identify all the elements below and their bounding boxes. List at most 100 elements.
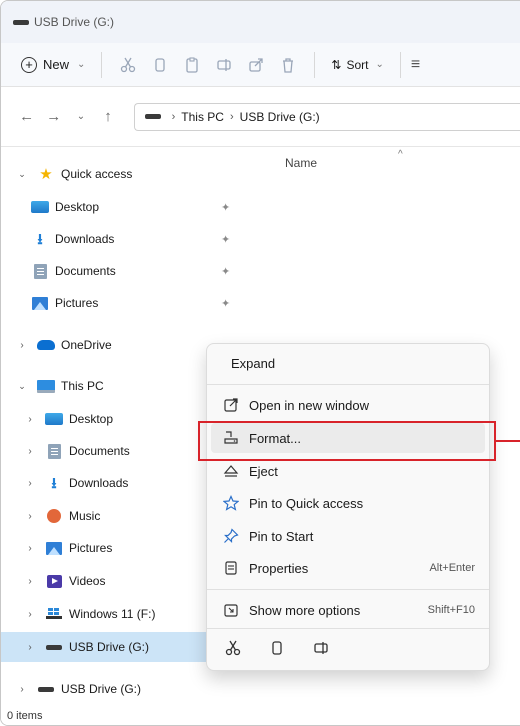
- recent-locations-button[interactable]: ⌄: [69, 105, 92, 129]
- menu-item-pin-quick-access[interactable]: Pin to Quick access: [211, 488, 485, 518]
- pin-icon: ✦: [221, 233, 231, 246]
- menu-separator: [207, 384, 489, 385]
- nav-item-label: Desktop: [55, 200, 100, 214]
- chevron-down-icon: ⌄: [77, 59, 86, 70]
- address-bar[interactable]: › This PC › USB Drive (G:): [133, 102, 520, 131]
- status-bar: 0 items: [1, 705, 520, 725]
- menu-item-pin-start[interactable]: Pin to Start: [211, 521, 485, 551]
- command-bar: + New ⌄ ⇅ Sort ⌄ ≡: [1, 43, 520, 87]
- chevron-right-icon[interactable]: ›: [23, 543, 37, 554]
- rename-button[interactable]: [309, 636, 333, 660]
- desktop-icon: [45, 413, 63, 425]
- windows-drive-icon: [46, 608, 62, 620]
- cut-button[interactable]: [221, 636, 245, 660]
- toolbar-divider: [314, 51, 316, 78]
- nav-item-quick-access[interactable]: ⌄ ★ Quick access: [1, 159, 251, 189]
- menu-separator: [207, 628, 489, 629]
- nav-item-qa-documents[interactable]: Documents ✦: [1, 256, 251, 286]
- chevron-right-icon[interactable]: ›: [23, 478, 37, 489]
- nav-item-label: Downloads: [55, 232, 115, 246]
- callout-line: [496, 440, 520, 442]
- menu-item-label: Expand: [231, 355, 276, 371]
- copy-button[interactable]: [265, 636, 289, 660]
- video-icon: [46, 574, 62, 588]
- pictures-icon: [32, 296, 48, 310]
- context-menu: Expand Open in new window Format... Ejec…: [206, 343, 490, 671]
- menu-item-expand[interactable]: Expand: [211, 348, 485, 378]
- properties-icon: [225, 561, 237, 575]
- toolbar-divider: [101, 51, 103, 78]
- menu-item-show-more-options[interactable]: Show more options Shift+F10: [211, 595, 485, 625]
- rename-button[interactable]: [208, 50, 240, 80]
- chevron-down-icon[interactable]: ⌄: [15, 381, 29, 392]
- cut-button[interactable]: [112, 50, 144, 80]
- paste-button[interactable]: [176, 50, 208, 80]
- back-button[interactable]: ←: [15, 105, 38, 129]
- pictures-icon: [46, 541, 62, 555]
- chevron-right-icon[interactable]: ›: [23, 642, 37, 653]
- sort-button[interactable]: ⇅ Sort ⌄: [325, 54, 389, 76]
- nav-item-qa-downloads[interactable]: ⭳ Downloads ✦: [1, 224, 251, 254]
- nav-item-label: Pictures: [69, 541, 113, 555]
- desktop-icon: [31, 201, 49, 213]
- menu-item-open-new-window[interactable]: Open in new window: [211, 390, 485, 420]
- chevron-right-icon[interactable]: ›: [23, 609, 37, 620]
- nav-item-usb-drive-root[interactable]: › USB Drive (G:): [1, 674, 251, 704]
- download-icon: ⭳: [37, 230, 43, 248]
- nav-item-label: Documents: [69, 444, 130, 458]
- copy-icon: [272, 641, 282, 655]
- nav-item-qa-desktop[interactable]: Desktop ✦: [1, 192, 251, 222]
- rename-icon: [217, 58, 232, 71]
- menu-item-shortcut: Shift+F10: [427, 604, 475, 616]
- breadcrumb-this-pc[interactable]: This PC: [181, 110, 224, 124]
- new-button-label: New: [43, 57, 70, 72]
- paste-icon: [186, 56, 199, 73]
- cloud-icon: [37, 340, 55, 350]
- nav-item-label: Pictures: [55, 296, 99, 310]
- menu-separator: [207, 589, 489, 590]
- nav-item-label: This PC: [61, 379, 104, 393]
- document-icon: [33, 263, 47, 279]
- breadcrumb-usb-drive[interactable]: USB Drive (G:): [240, 110, 320, 124]
- chevron-right-icon[interactable]: ›: [23, 414, 37, 425]
- arrow-right-icon: →: [46, 108, 62, 125]
- add-icon: +: [21, 56, 37, 73]
- chevron-right-icon[interactable]: ›: [23, 511, 37, 522]
- chevron-right-icon[interactable]: ›: [15, 340, 29, 351]
- chevron-right-icon[interactable]: ›: [23, 576, 37, 587]
- chevron-down-icon[interactable]: ⌄: [15, 169, 29, 180]
- star-icon: [223, 495, 239, 511]
- usb-drive-icon: [144, 114, 161, 119]
- pin-icon: ✦: [221, 297, 231, 310]
- menu-item-properties[interactable]: Properties Alt+Enter: [211, 553, 485, 583]
- nav-item-qa-pictures[interactable]: Pictures ✦: [1, 288, 251, 318]
- menu-item-label: Properties: [249, 560, 309, 576]
- breadcrumb-separator-icon: ›: [171, 110, 176, 123]
- nav-item-label: USB Drive (G:): [61, 682, 142, 696]
- share-button[interactable]: [240, 50, 272, 80]
- view-options-icon[interactable]: ≡: [411, 56, 420, 74]
- chevron-right-icon[interactable]: ›: [23, 446, 37, 457]
- show-more-icon: [224, 604, 238, 617]
- nav-item-label: USB Drive (G:): [69, 640, 150, 654]
- cut-icon: [225, 640, 241, 656]
- rename-icon: [314, 642, 328, 654]
- new-button[interactable]: + New ⌄: [15, 53, 91, 77]
- usb-drive-icon: [38, 686, 54, 692]
- menu-item-label: Pin to Quick access: [249, 495, 364, 511]
- chevron-right-icon[interactable]: ›: [15, 684, 29, 695]
- computer-icon: [37, 379, 55, 393]
- menu-item-shortcut: Alt+Enter: [429, 562, 475, 574]
- open-new-window-icon: [224, 398, 238, 412]
- forward-button[interactable]: →: [42, 105, 65, 129]
- column-header-name[interactable]: Name: [285, 156, 317, 170]
- pin-icon: [224, 528, 239, 543]
- cut-icon: [121, 57, 136, 72]
- nav-item-label: Music: [69, 509, 101, 523]
- up-button[interactable]: ↑: [96, 105, 119, 129]
- nav-item-label: Videos: [69, 574, 106, 588]
- copy-button[interactable]: [144, 50, 176, 80]
- music-icon: [47, 509, 61, 523]
- delete-button[interactable]: [272, 50, 304, 80]
- sort-button-label: Sort: [346, 57, 369, 72]
